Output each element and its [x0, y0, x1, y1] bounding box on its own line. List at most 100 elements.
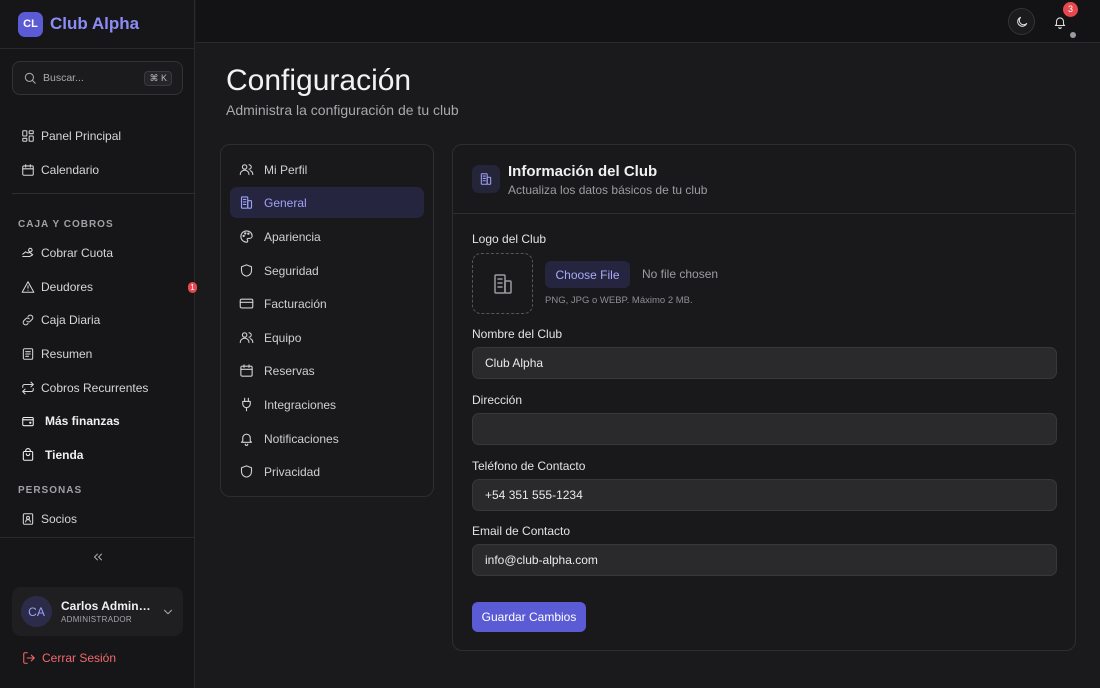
theme-toggle-button[interactable]	[1008, 8, 1035, 35]
notifications-badge: 3	[1063, 2, 1078, 17]
sidebar-item-calendario[interactable]: Calendario	[12, 156, 183, 184]
sidebar-item-caja-diaria[interactable]: Caja Diaria	[12, 306, 183, 334]
club-name-label: Nombre del Club	[472, 327, 563, 341]
address-input[interactable]	[472, 413, 1057, 445]
topbar: 3	[196, 0, 1100, 43]
logo-hint: PNG, JPG o WEBP. Máximo 2 MB.	[545, 295, 693, 306]
sidebar-item-deudores[interactable]: Deudores	[12, 273, 183, 301]
brand[interactable]: CL Club Alpha	[0, 0, 194, 49]
sidebar-item-cobros-recurrentes[interactable]: Cobros Recurrentes	[12, 374, 183, 402]
settings-tab-privacidad[interactable]: Privacidad	[230, 456, 424, 487]
settings-tab-label: Apariencia	[264, 229, 321, 244]
card-title: Información del Club	[508, 163, 658, 180]
settings-tab-label: Privacidad	[264, 464, 321, 479]
repeat-icon	[22, 381, 34, 395]
grid-icon	[22, 130, 34, 142]
user-role: ADMINISTRADOR	[61, 615, 133, 624]
wallet-icon	[22, 416, 34, 427]
log-out-icon	[23, 652, 35, 664]
brand-name: Club Alpha	[50, 14, 140, 33]
sidebar-item-mas-finanzas[interactable]: Más finanzas	[12, 407, 183, 435]
brand-logo: CL	[18, 11, 43, 37]
email-label: Email de Contacto	[472, 524, 571, 538]
calendar-icon	[240, 364, 253, 377]
credit-card-icon	[239, 298, 254, 309]
bell-icon	[240, 433, 253, 446]
settings-tab-integraciones[interactable]: Integraciones	[230, 389, 424, 420]
settings-tab-equipo[interactable]: Equipo	[230, 322, 424, 353]
logo-label: Logo del Club	[472, 232, 547, 246]
building-icon	[240, 196, 253, 209]
sidebar-item-label: Deudores	[41, 280, 94, 294]
club-info-card: Información del Club Actualiza los datos…	[452, 144, 1076, 651]
phone-label: Teléfono de Contacto	[472, 459, 586, 473]
moon-icon	[1016, 16, 1027, 27]
search-box[interactable]: Buscar... ⌘ K	[12, 61, 183, 95]
settings-tab-label: Notificaciones	[264, 431, 339, 446]
club-name-input[interactable]	[472, 347, 1057, 379]
building-icon	[472, 165, 500, 193]
email-input[interactable]	[472, 544, 1057, 576]
collapse-sidebar-button[interactable]	[0, 537, 195, 575]
sidebar-item-label: Resumen	[41, 347, 93, 361]
sidebar-item-panel-principal[interactable]: Panel Principal	[12, 122, 183, 150]
sidebar-item-label: Cobros Recurrentes	[41, 381, 149, 395]
settings-tab-label: Seguridad	[264, 263, 319, 278]
link-icon	[22, 314, 34, 326]
logo-upload-area[interactable]	[472, 253, 533, 314]
file-status: No file chosen	[642, 267, 719, 281]
alert-triangle-icon	[21, 281, 35, 293]
sidebar-item-tienda[interactable]: Tienda	[12, 441, 183, 469]
bell-icon	[1054, 16, 1065, 29]
palette-icon	[240, 230, 253, 243]
users-icon	[239, 332, 254, 344]
search-shortcut: ⌘ K	[144, 70, 172, 86]
shopping-bag-icon	[22, 448, 34, 461]
sidebar-item-cobrar-cuota[interactable]: Cobrar Cuota	[12, 239, 183, 267]
user-name: Carlos Administrador	[61, 599, 153, 613]
user-menu[interactable]: CA Carlos Administrador ADMINISTRADOR	[12, 587, 183, 636]
plug-icon	[242, 397, 251, 412]
sidebar-item-label: Tienda	[45, 448, 84, 462]
settings-tab-label: Integraciones	[264, 397, 337, 412]
choose-file-button[interactable]: Choose File	[545, 261, 630, 288]
sidebar-item-label: Panel Principal	[41, 129, 122, 143]
card-header: Información del Club Actualiza los datos…	[453, 145, 1075, 214]
phone-input[interactable]	[472, 479, 1057, 511]
save-button[interactable]: Guardar Cambios	[472, 602, 586, 632]
settings-tab-mi-perfil[interactable]: Mi Perfil	[230, 154, 424, 185]
avatar: CA	[21, 596, 52, 627]
sidebar-item-label: Caja Diaria	[41, 313, 101, 327]
user-info: Carlos Administrador ADMINISTRADOR	[61, 599, 153, 624]
settings-tab-general[interactable]: General	[230, 187, 424, 218]
settings-tab-label: General	[264, 195, 307, 210]
hand-coins-icon	[22, 247, 34, 258]
settings-tab-label: Mi Perfil	[264, 162, 308, 177]
settings-tab-label: Equipo	[264, 330, 302, 345]
page-title: Configuración	[226, 64, 412, 97]
settings-tab-reservas[interactable]: Reservas	[230, 355, 424, 386]
receipt-icon	[22, 348, 34, 360]
users-icon	[239, 164, 254, 176]
settings-tab-apariencia[interactable]: Apariencia	[230, 221, 424, 252]
settings-tab-label: Facturación	[264, 296, 327, 311]
sidebar-item-label: Socios	[41, 512, 78, 526]
shield-icon	[240, 264, 253, 277]
id-card-icon	[22, 513, 34, 525]
address-label: Dirección	[472, 393, 523, 407]
card-subtitle: Actualiza los datos básicos de tu club	[508, 183, 708, 197]
logout-button[interactable]: Cerrar Sesión	[22, 651, 116, 665]
building-placeholder-icon	[493, 273, 512, 294]
settings-tab-facturacion[interactable]: Facturación	[230, 288, 424, 319]
search-icon	[24, 72, 36, 84]
sidebar-item-resumen[interactable]: Resumen	[12, 340, 183, 368]
sidebar-item-label: Cobrar Cuota	[41, 246, 114, 260]
chevron-down-icon	[163, 609, 173, 614]
calendar-icon	[22, 164, 34, 176]
settings-tab-seguridad[interactable]: Seguridad	[230, 255, 424, 286]
settings-nav: Mi Perfil General Apariencia Seguridad F…	[220, 144, 434, 497]
sidebar-item-socios[interactable]: Socios	[12, 505, 183, 533]
sidebar: CL Club Alpha Buscar... ⌘ K Panel Princi…	[0, 0, 197, 688]
chevrons-left-icon	[93, 553, 102, 560]
settings-tab-notificaciones[interactable]: Notificaciones	[230, 423, 424, 454]
